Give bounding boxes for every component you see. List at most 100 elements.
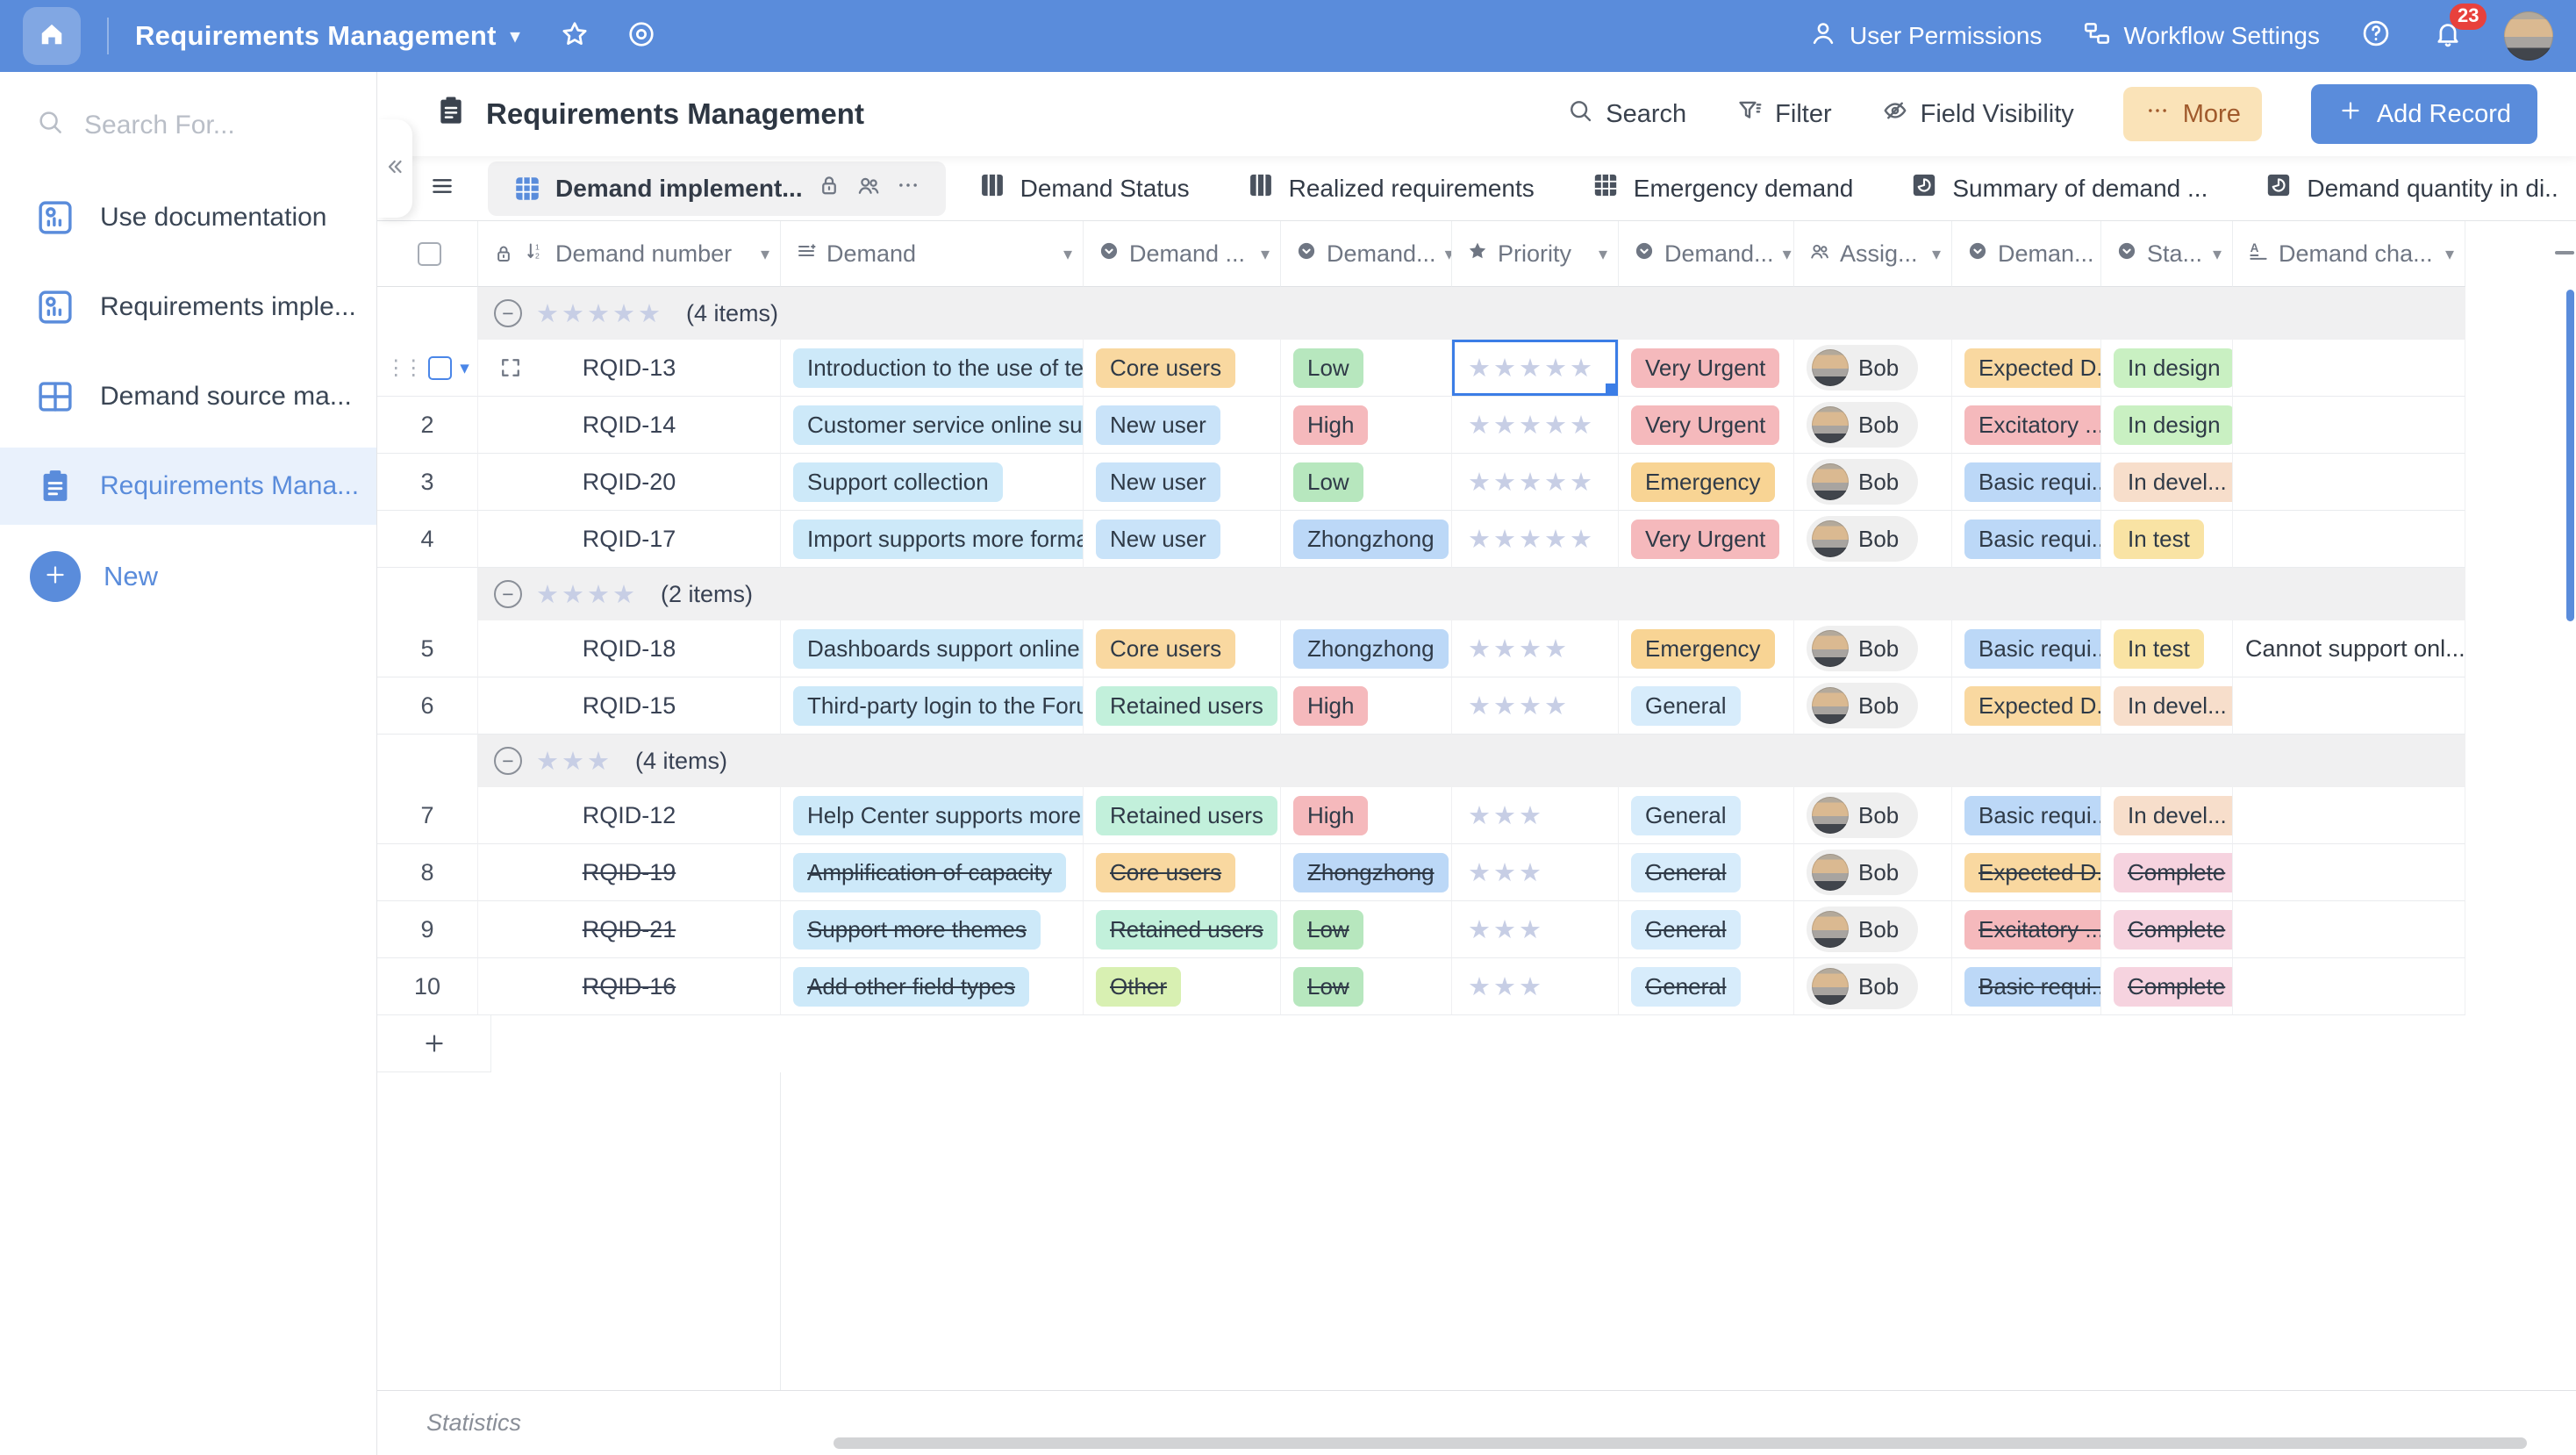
drag-handle-icon[interactable]: ⋮⋮ bbox=[385, 355, 420, 381]
tag-chip[interactable]: Complete bbox=[2114, 910, 2233, 950]
field-visibility-button[interactable]: Field Visibility bbox=[1881, 97, 2074, 132]
tag-chip[interactable]: Very Urgent bbox=[1631, 405, 1779, 445]
status-cell[interactable]: In devel... bbox=[2101, 787, 2233, 844]
assignee-cell[interactable]: Bob bbox=[1794, 901, 1952, 958]
rating-stars[interactable]: ★★★★★ bbox=[1468, 524, 1595, 555]
sidebar-item[interactable]: Requirements Mana... bbox=[0, 448, 376, 525]
record-id[interactable]: RQID-21 bbox=[583, 916, 676, 943]
fill-handle[interactable] bbox=[1606, 383, 1617, 395]
tag-chip[interactable]: In test bbox=[2114, 520, 2204, 559]
demand-user-cell[interactable]: Retained users bbox=[1084, 901, 1281, 958]
row-select-cell[interactable]: 9 bbox=[377, 901, 478, 958]
assignee-chip[interactable]: Bob bbox=[1807, 402, 1918, 448]
column-header[interactable]: 12Demand number▾ bbox=[478, 221, 781, 287]
demand-level-cell[interactable]: Low bbox=[1281, 340, 1452, 397]
column-header[interactable]: Demand...▾ bbox=[1619, 221, 1794, 287]
view-tab[interactable]: Demand Status bbox=[953, 161, 1214, 216]
sidebar-item[interactable]: Requirements imple... bbox=[0, 269, 376, 346]
tag-chip[interactable]: Third-party login to the Forum bbox=[793, 686, 1084, 726]
horizontal-scrollbar[interactable] bbox=[834, 1437, 2527, 1449]
view-tab[interactable]: Summary of demand ... bbox=[1885, 161, 2232, 216]
tag-chip[interactable]: Help Center supports more ar bbox=[793, 796, 1084, 835]
row-select-cell[interactable]: 5 bbox=[377, 620, 478, 677]
demand-number-cell[interactable]: RQID-15 bbox=[478, 677, 781, 735]
assignee-cell[interactable]: Bob bbox=[1794, 511, 1952, 568]
column-header[interactable]: Assig...▾ bbox=[1794, 221, 1952, 287]
demand-change-cell[interactable] bbox=[2233, 958, 2465, 1015]
assignee-chip[interactable]: Bob bbox=[1807, 626, 1918, 671]
demand-change-cell[interactable] bbox=[2233, 454, 2465, 511]
favorite-star-icon[interactable] bbox=[559, 18, 590, 54]
status-cell[interactable]: In test bbox=[2101, 511, 2233, 568]
demand-urgency-cell[interactable]: Very Urgent bbox=[1619, 511, 1794, 568]
demand-level-cell[interactable]: Zhongzhong bbox=[1281, 620, 1452, 677]
tag-chip[interactable]: Support collection bbox=[793, 462, 1003, 502]
record-id[interactable]: RQID-14 bbox=[583, 412, 676, 439]
demand-urgency-cell[interactable]: General bbox=[1619, 844, 1794, 901]
rating-stars[interactable]: ★★★ bbox=[1468, 857, 1544, 888]
demand-change-cell[interactable]: Cannot support onl... bbox=[2233, 620, 2465, 677]
tag-chip[interactable]: Other bbox=[1096, 967, 1181, 1007]
rating-stars[interactable]: ★★★★★ bbox=[1468, 467, 1595, 498]
tag-chip[interactable]: Expected D... bbox=[1964, 686, 2101, 726]
demand-urgency-cell[interactable]: Emergency bbox=[1619, 620, 1794, 677]
statistics-label[interactable]: Statistics bbox=[426, 1409, 521, 1437]
collapse-group-button[interactable]: − bbox=[494, 299, 522, 327]
tag-chip[interactable]: Complete bbox=[2114, 967, 2233, 1007]
priority-cell[interactable]: ★★★★ bbox=[1452, 677, 1619, 735]
tag-chip[interactable]: New user bbox=[1096, 462, 1220, 502]
priority-cell[interactable]: ★★★ bbox=[1452, 901, 1619, 958]
rating-stars[interactable]: ★★★★★ bbox=[1468, 410, 1595, 441]
tag-chip[interactable]: In devel... bbox=[2114, 796, 2233, 835]
tag-chip[interactable]: General bbox=[1631, 967, 1741, 1007]
rating-stars[interactable]: ★★★★★ bbox=[1468, 353, 1595, 383]
tag-chip[interactable]: Retained users bbox=[1096, 910, 1277, 950]
demand-change-cell[interactable] bbox=[2233, 677, 2465, 735]
user-permissions-button[interactable]: User Permissions bbox=[1808, 18, 2042, 54]
group-band[interactable]: −★★★★(2 items) bbox=[478, 568, 2465, 620]
table-row[interactable]: 8RQID-19Amplification of capacityCore us… bbox=[377, 844, 2465, 901]
demand-cell[interactable]: Support more themes bbox=[781, 901, 1084, 958]
search-button[interactable]: Search bbox=[1566, 97, 1686, 132]
filter-button[interactable]: Filter bbox=[1735, 97, 1831, 132]
group-band[interactable]: −★★★★★(4 items) bbox=[478, 287, 2465, 340]
record-id[interactable]: RQID-17 bbox=[583, 526, 676, 553]
tag-chip[interactable]: General bbox=[1631, 686, 1741, 726]
priority-cell[interactable]: ★★★★ bbox=[1452, 620, 1619, 677]
rating-stars[interactable]: ★★★★ bbox=[1468, 634, 1570, 664]
status-cell[interactable]: Complete bbox=[2101, 901, 2233, 958]
row-select-cell[interactable]: 4 bbox=[377, 511, 478, 568]
assignee-cell[interactable]: Bob bbox=[1794, 677, 1952, 735]
assignee-chip[interactable]: Bob bbox=[1807, 964, 1918, 1009]
demand-urgency-cell[interactable]: Very Urgent bbox=[1619, 397, 1794, 454]
assignee-chip[interactable]: Bob bbox=[1807, 459, 1918, 505]
demand-change-cell[interactable] bbox=[2233, 844, 2465, 901]
workspace-title[interactable]: Requirements Management ▾ bbox=[135, 20, 520, 52]
tag-chip[interactable]: Excitatory ... bbox=[1964, 405, 2101, 445]
assignee-chip[interactable]: Bob bbox=[1807, 516, 1918, 562]
row-select-cell[interactable]: 6 bbox=[377, 677, 478, 735]
tag-chip[interactable]: Excitatory ... bbox=[1964, 910, 2101, 950]
sidebar-item[interactable]: Use documentation bbox=[0, 179, 376, 256]
assignee-cell[interactable]: Bob bbox=[1794, 958, 1952, 1015]
status-cell[interactable]: In devel... bbox=[2101, 677, 2233, 735]
tag-chip[interactable]: Introduction to the use of tem bbox=[793, 348, 1084, 388]
collapse-group-button[interactable]: − bbox=[494, 747, 522, 775]
row-select-cell[interactable]: 3 bbox=[377, 454, 478, 511]
tag-chip[interactable]: Emergency bbox=[1631, 462, 1775, 502]
record-id[interactable]: RQID-20 bbox=[583, 469, 676, 496]
tag-chip[interactable]: Basic requi... bbox=[1964, 796, 2101, 835]
tag-chip[interactable]: High bbox=[1293, 405, 1368, 445]
demand-user-cell[interactable]: Core users bbox=[1084, 844, 1281, 901]
tag-chip[interactable]: Basic requi... bbox=[1964, 462, 2101, 502]
tag-chip[interactable]: New user bbox=[1096, 520, 1220, 559]
row-select-cell[interactable]: 7 bbox=[377, 787, 478, 844]
demand-user-cell[interactable]: Other bbox=[1084, 958, 1281, 1015]
demand-number-cell[interactable]: RQID-18 bbox=[478, 620, 781, 677]
caret-down-icon[interactable]: ▾ bbox=[761, 243, 769, 265]
demand-user-cell[interactable]: Core users bbox=[1084, 340, 1281, 397]
record-id[interactable]: RQID-15 bbox=[583, 692, 676, 720]
tag-chip[interactable]: In devel... bbox=[2114, 686, 2233, 726]
sidebar-item[interactable]: Demand source ma... bbox=[0, 358, 376, 435]
group-band[interactable]: −★★★(4 items) bbox=[478, 735, 2465, 787]
